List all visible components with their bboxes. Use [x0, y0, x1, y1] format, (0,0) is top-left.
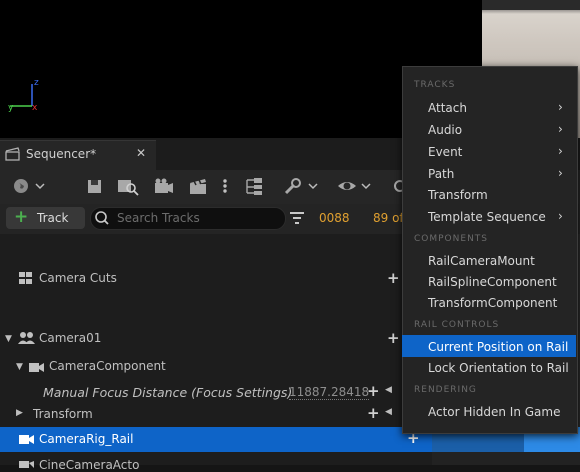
add-track-label: Track — [37, 211, 69, 225]
svg-text:y: y — [8, 103, 14, 113]
sequencer-tab-icon — [5, 147, 21, 161]
timeline-row-cine-camera[interactable] — [432, 452, 580, 465]
submenu-chevron-icon: › — [558, 122, 563, 136]
track-manual-focus[interactable]: Manual Focus Distance (Focus Settings) — [43, 385, 292, 400]
transform-add-key-icon[interactable]: + — [367, 404, 380, 422]
menu-item-current-position-on-rail[interactable]: Current Position on Rail — [428, 340, 568, 354]
browse-icon[interactable] — [116, 175, 140, 197]
search-icon — [94, 210, 110, 226]
settings-wrench-icon[interactable] — [282, 175, 320, 197]
svg-text:x: x — [32, 103, 38, 113]
tab-title: Sequencer* — [26, 147, 97, 161]
more-options-icon[interactable] — [220, 175, 230, 197]
manual-focus-add-key-icon[interactable]: + — [367, 382, 380, 400]
world-icon[interactable] — [12, 175, 46, 197]
menu-header-components: COMPONENTS — [414, 234, 489, 244]
menu-item-transform[interactable]: Transform — [428, 188, 488, 202]
manual-focus-value[interactable]: 11887.28418 — [289, 385, 370, 400]
track-cine-camera[interactable]: CineCameraActo — [39, 458, 139, 472]
camera-cuts-add-icon[interactable]: + — [387, 269, 400, 287]
menu-item-audio[interactable]: Audio — [428, 123, 462, 137]
view-eye-icon[interactable] — [336, 175, 376, 197]
track-transform[interactable]: Transform — [33, 407, 93, 421]
cine-camera-icon — [18, 458, 36, 468]
menu-item-actor-hidden-in-game[interactable]: Actor Hidden In Game — [428, 405, 560, 419]
track-camera-rig-rail[interactable]: CameraRig_Rail — [39, 432, 133, 446]
submenu-chevron-icon: › — [558, 209, 563, 223]
viewport-scene-top — [482, 0, 580, 10]
menu-item-lock-orientation-to-rail[interactable]: Lock Orientation to Rail — [428, 361, 569, 375]
track-camera-cuts[interactable]: Camera Cuts — [39, 271, 117, 285]
save-icon[interactable] — [86, 175, 104, 197]
menu-item-rail-camera-mount[interactable]: RailCameraMount — [428, 254, 535, 268]
add-track-context-menu — [402, 66, 578, 434]
track-camera-component[interactable]: CameraComponent — [49, 359, 166, 373]
expand-transform-icon[interactable]: ▶ — [16, 408, 23, 418]
svg-text:z: z — [34, 78, 39, 88]
camera-component-icon — [28, 360, 46, 374]
expand-camera01-icon[interactable]: ▼ — [5, 334, 12, 344]
current-frame[interactable]: 0088 — [319, 211, 350, 225]
menu-header-rendering: RENDERING — [414, 385, 477, 395]
submenu-chevron-icon: › — [558, 100, 563, 114]
menu-item-template-sequence[interactable]: Template Sequence — [428, 210, 546, 224]
add-plus-icon: + — [14, 207, 29, 227]
camera-cuts-icon — [18, 271, 34, 285]
track-camera01[interactable]: Camera01 — [39, 331, 101, 345]
menu-header-tracks: TRACKS — [414, 80, 456, 90]
filter-icon[interactable] — [289, 211, 305, 225]
camera-rig-icon — [18, 432, 36, 446]
close-tab-icon[interactable]: ✕ — [136, 146, 146, 160]
menu-item-path[interactable]: Path — [428, 167, 454, 181]
submenu-chevron-icon: › — [558, 144, 563, 158]
axis-gizmo-icon: z y x — [4, 74, 44, 114]
camera-actor-icon[interactable] — [152, 175, 176, 197]
search-placeholder: Search Tracks — [117, 211, 200, 225]
manual-focus-nav-icon[interactable]: ◀ — [385, 385, 392, 395]
actor-group-icon — [17, 330, 37, 346]
submenu-chevron-icon: › — [558, 166, 563, 180]
transform-nav-icon[interactable]: ◀ — [385, 407, 392, 417]
frame-count: 89 of — [373, 211, 404, 225]
menu-item-transform-component[interactable]: TransformComponent — [428, 296, 557, 310]
hierarchy-icon[interactable] — [242, 175, 266, 197]
menu-item-attach[interactable]: Attach — [428, 101, 467, 115]
menu-header-rail-controls: RAIL CONTROLS — [414, 320, 500, 330]
render-movie-icon[interactable] — [188, 175, 212, 197]
camera01-add-icon[interactable]: + — [387, 329, 400, 347]
expand-camera-component-icon[interactable]: ▼ — [16, 362, 23, 372]
menu-item-rail-spline-component[interactable]: RailSplineComponent — [428, 275, 557, 289]
menu-item-event[interactable]: Event — [428, 145, 462, 159]
